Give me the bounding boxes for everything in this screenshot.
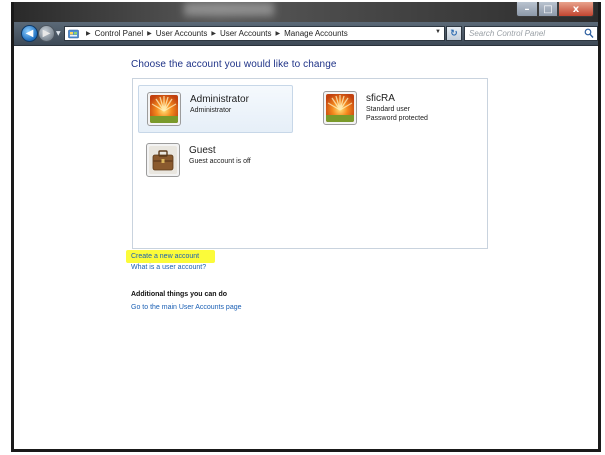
window-controls: – □ x xyxy=(516,2,594,18)
account-tile-guest[interactable]: Guest Guest account is off xyxy=(138,137,293,185)
account-password-status: Password protected xyxy=(366,115,428,122)
main-content: Choose the account you would like to cha… xyxy=(14,46,598,449)
search-icon[interactable] xyxy=(584,28,594,39)
what-is-account-link[interactable]: What is a user account? xyxy=(131,264,206,271)
account-type: Administrator xyxy=(190,107,232,114)
orange-flower-avatar-icon xyxy=(147,92,181,126)
recent-pages-dropdown[interactable]: ▼ xyxy=(56,30,61,37)
back-button[interactable]: ◀ xyxy=(21,25,38,42)
page-title: Choose the account you would like to cha… xyxy=(131,59,337,70)
breadcrumb-separator-icon[interactable]: ▶ xyxy=(86,30,91,37)
breadcrumb-separator-icon[interactable]: ▶ xyxy=(276,30,281,37)
forward-button[interactable]: ▶ xyxy=(38,25,55,42)
maximize-button[interactable]: □ xyxy=(538,2,558,17)
breadcrumb-control-panel[interactable]: Control Panel xyxy=(95,29,143,38)
account-name: Guest xyxy=(189,145,216,156)
orange-flower-avatar-icon xyxy=(323,91,357,125)
briefcase-avatar-icon xyxy=(146,143,180,177)
breadcrumb-user-accounts-sub[interactable]: User Accounts xyxy=(220,29,272,38)
account-tile-sficra[interactable]: sficRA Standard user Password protected xyxy=(315,85,470,133)
additional-things-heading: Additional things you can do xyxy=(131,291,228,298)
search-placeholder: Search Control Panel xyxy=(469,29,546,38)
account-type: Standard user xyxy=(366,106,410,113)
search-input[interactable]: Search Control Panel xyxy=(464,26,598,41)
breadcrumb-user-accounts[interactable]: User Accounts xyxy=(156,29,208,38)
account-name: Administrator xyxy=(190,94,249,105)
refresh-button[interactable]: ↻ xyxy=(446,26,462,41)
breadcrumb-separator-icon[interactable]: ▶ xyxy=(147,30,152,37)
main-user-accounts-link[interactable]: Go to the main User Accounts page xyxy=(131,304,242,311)
address-bar[interactable]: ▶ Control Panel ▶ User Accounts ▶ User A… xyxy=(64,26,445,41)
account-name: sficRA xyxy=(366,93,395,104)
navigation-bar: ◀ ▶ ▼ ▶ Control Panel ▶ User Accounts ▶ … xyxy=(14,22,598,46)
title-bar[interactable]: – □ x xyxy=(14,2,598,24)
accounts-panel: Administrator Administrator sficRA Stand… xyxy=(132,78,488,249)
breadcrumb-manage-accounts[interactable]: Manage Accounts xyxy=(284,29,348,38)
title-bar-glow xyxy=(184,2,274,16)
control-panel-icon xyxy=(68,29,79,39)
control-panel-window: – □ x ◀ ▶ ▼ ▶ Control Panel ▶ User Accou… xyxy=(11,2,601,452)
account-status: Guest account is off xyxy=(189,158,251,165)
minimize-button[interactable]: – xyxy=(516,2,538,17)
address-history-dropdown[interactable]: ▼ xyxy=(435,29,441,35)
account-tile-administrator[interactable]: Administrator Administrator xyxy=(138,85,293,133)
close-button[interactable]: x xyxy=(558,2,594,17)
breadcrumb-separator-icon[interactable]: ▶ xyxy=(211,30,216,37)
create-account-link[interactable]: Create a new account xyxy=(131,253,199,260)
